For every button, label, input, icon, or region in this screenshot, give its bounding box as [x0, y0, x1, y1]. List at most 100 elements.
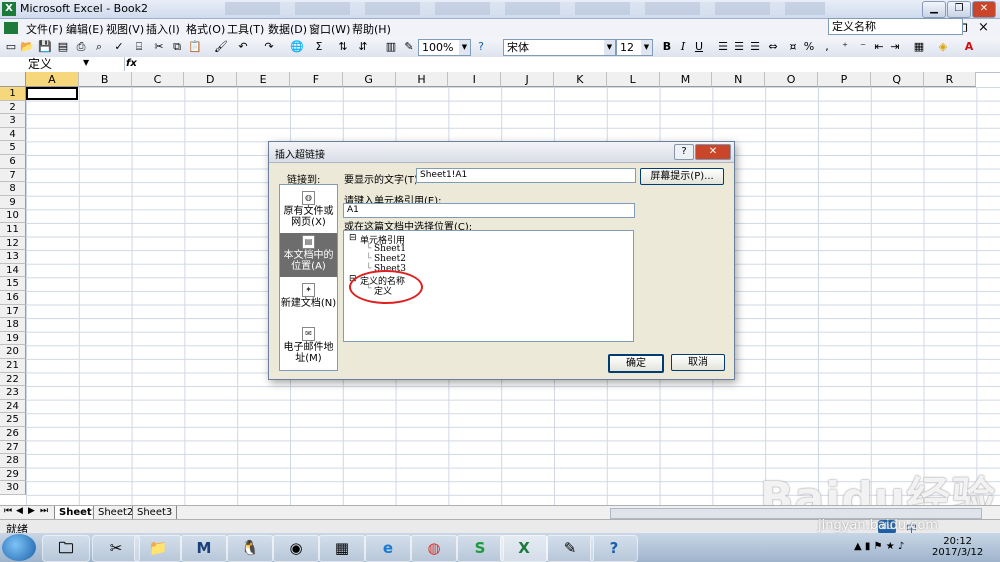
font-size-combo[interactable]: 12 ▼: [616, 39, 653, 56]
column-header-c[interactable]: C: [131, 72, 185, 87]
permission-icon[interactable]: ▤: [56, 40, 70, 54]
row-header-23[interactable]: 23: [0, 386, 26, 400]
name-box[interactable]: 定义: [0, 57, 125, 71]
menu-insert[interactable]: 插入(I): [146, 21, 180, 37]
row-header-4[interactable]: 4: [0, 127, 26, 142]
dialog-close-button[interactable]: ✕: [695, 144, 731, 160]
fill-color-icon[interactable]: ◈: [936, 40, 950, 54]
prev-sheet-icon[interactable]: ◀: [16, 506, 23, 516]
research-icon[interactable]: ⌸: [132, 40, 146, 54]
row-header-27[interactable]: 27: [0, 440, 26, 455]
sheet-tab-3[interactable]: Sheet3: [132, 506, 178, 520]
dialog-help-button[interactable]: ?: [674, 144, 694, 160]
column-header-g[interactable]: G: [342, 72, 396, 87]
ok-button[interactable]: 确定: [608, 354, 664, 373]
row-header-28[interactable]: 28: [0, 454, 26, 468]
currency-icon[interactable]: ¤: [786, 40, 800, 54]
paint-icon[interactable]: ✂: [92, 535, 140, 562]
display-text-field[interactable]: Sheet1!A1: [416, 168, 636, 183]
row-header-17[interactable]: 17: [0, 304, 26, 319]
spelling-icon[interactable]: ✓: [112, 40, 126, 54]
help-center-icon[interactable]: ?: [590, 535, 638, 562]
menu-tools[interactable]: 工具(T): [227, 21, 264, 37]
row-header-26[interactable]: 26: [0, 427, 26, 441]
align-left-icon[interactable]: ☰: [716, 40, 730, 54]
column-header-a[interactable]: A: [26, 72, 79, 87]
screentip-button[interactable]: 屏幕提示(P)...: [640, 168, 724, 185]
fx-icon[interactable]: fx: [126, 58, 137, 69]
chart-wizard-icon[interactable]: ▥: [384, 40, 398, 54]
row-header-5[interactable]: 5: [0, 141, 26, 155]
clock[interactable]: 20:12 2017/3/12: [932, 536, 983, 558]
column-header-m[interactable]: M: [659, 72, 713, 87]
column-header-j[interactable]: J: [501, 72, 554, 87]
media-player-icon[interactable]: ◉: [272, 535, 320, 562]
existing-file-option[interactable]: ◍ 原有文件或网页(X): [280, 189, 337, 233]
print-icon[interactable]: ⎙: [74, 40, 88, 54]
next-sheet-icon[interactable]: ▶: [28, 506, 35, 516]
email-address-option[interactable]: ✉ 电子邮件地址(M): [280, 325, 337, 369]
select-all-corner[interactable]: [0, 72, 26, 87]
row-header-11[interactable]: 11: [0, 223, 26, 237]
chrome-icon[interactable]: ◍: [410, 535, 458, 562]
row-header-29[interactable]: 29: [0, 467, 26, 482]
autosum-icon[interactable]: Σ: [312, 40, 326, 54]
italic-button[interactable]: I: [676, 40, 690, 54]
ie-icon[interactable]: e: [364, 535, 412, 562]
column-header-n[interactable]: N: [712, 72, 766, 87]
row-header-10[interactable]: 10: [0, 209, 26, 223]
sort-desc-icon[interactable]: ⇵: [356, 40, 370, 54]
percent-button[interactable]: %: [802, 40, 816, 54]
decrease-indent-icon[interactable]: ⇤: [872, 40, 886, 54]
tree-collapse-icon[interactable]: ⊟: [349, 233, 357, 243]
column-header-e[interactable]: E: [237, 72, 290, 87]
menu-file[interactable]: 文件(F): [26, 21, 63, 37]
font-color-icon[interactable]: A: [962, 40, 976, 54]
row-header-20[interactable]: 20: [0, 345, 26, 359]
sort-asc-icon[interactable]: ⇅: [336, 40, 350, 54]
menu-help[interactable]: 帮助(H): [352, 21, 391, 37]
tree-sheet-2[interactable]: Sheet2: [374, 254, 406, 264]
menu-view[interactable]: 视图(V): [106, 21, 144, 37]
column-header-l[interactable]: L: [606, 72, 660, 87]
row-header-25[interactable]: 25: [0, 413, 26, 427]
cancel-button[interactable]: 取消: [671, 354, 725, 371]
column-header-p[interactable]: P: [818, 72, 871, 87]
restore-button[interactable]: ❐: [947, 1, 971, 18]
borders-icon[interactable]: ▦: [912, 40, 926, 54]
row-header-14[interactable]: 14: [0, 263, 26, 278]
merge-center-icon[interactable]: ⇔: [766, 40, 780, 54]
tree-sheet-1[interactable]: Sheet1: [374, 244, 406, 254]
save-icon[interactable]: 💾: [38, 40, 52, 54]
align-right-icon[interactable]: ☰: [748, 40, 762, 54]
row-header-9[interactable]: 9: [0, 195, 26, 210]
row-header-15[interactable]: 15: [0, 277, 26, 291]
row-header-13[interactable]: 13: [0, 250, 26, 264]
menu-edit[interactable]: 编辑(E): [66, 21, 104, 37]
row-header-1[interactable]: 1: [0, 87, 26, 101]
underline-button[interactable]: U: [692, 40, 706, 54]
row-header-18[interactable]: 18: [0, 318, 26, 332]
start-button[interactable]: [2, 534, 36, 561]
column-header-b[interactable]: B: [78, 72, 132, 87]
last-sheet-icon[interactable]: ⏭: [40, 506, 48, 516]
new-icon[interactable]: ▭: [4, 40, 18, 54]
explorer-icon[interactable]: 🗀: [42, 535, 90, 562]
active-cell[interactable]: [26, 87, 78, 100]
column-header-o[interactable]: O: [765, 72, 818, 87]
column-header-k[interactable]: K: [554, 72, 607, 87]
column-header-i[interactable]: I: [448, 72, 502, 87]
folder-icon[interactable]: 📁: [134, 535, 182, 562]
calculator-icon[interactable]: ▦: [318, 535, 366, 562]
name-box-dropdown-icon[interactable]: ▼: [83, 58, 89, 67]
menu-window[interactable]: 窗口(W): [309, 21, 350, 37]
bold-button[interactable]: B: [660, 40, 674, 54]
undo-icon[interactable]: ↶: [236, 40, 250, 54]
wps-icon[interactable]: S: [456, 535, 504, 562]
column-header-h[interactable]: H: [395, 72, 449, 87]
tray-icons[interactable]: ▲ ▮ ⚑ ★ ♪: [854, 541, 904, 552]
help-icon[interactable]: ?: [474, 40, 488, 54]
increase-decimal-icon[interactable]: ⁺: [838, 40, 852, 54]
print-preview-icon[interactable]: ⌕: [92, 40, 106, 54]
cell-ref-field[interactable]: A1: [343, 203, 635, 218]
